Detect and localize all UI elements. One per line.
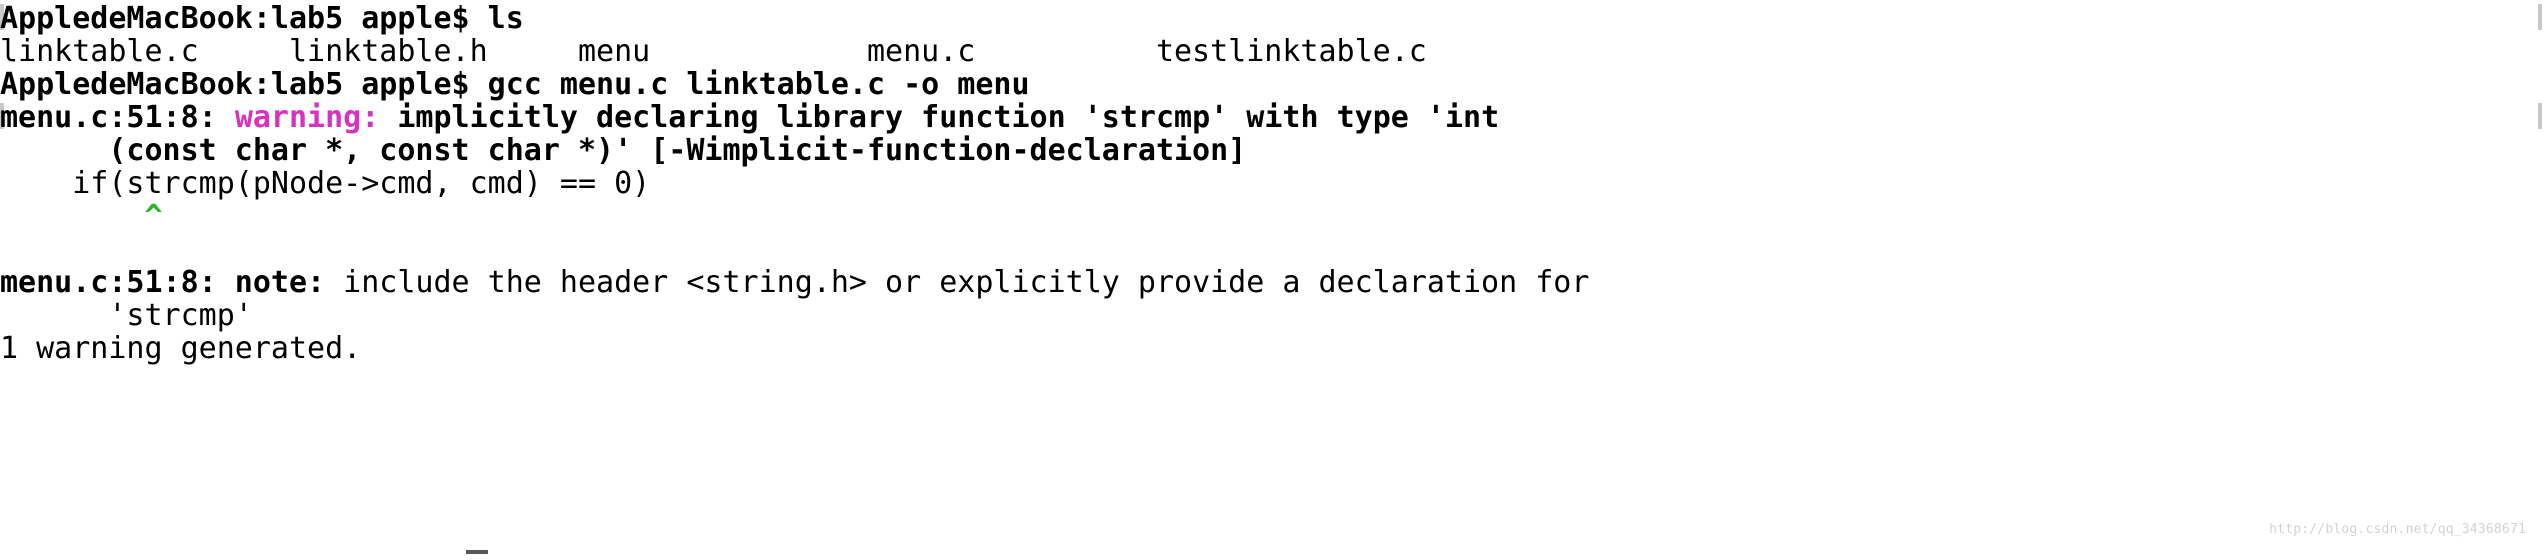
terminal-line-warning: menu.c:51:8: warning: implicitly declari… bbox=[0, 101, 2544, 134]
terminal-line-prompt-ls: AppledeMacBook:lab5 apple$ ls bbox=[0, 2, 2544, 35]
terminal-line-summary: 1 warning generated. bbox=[0, 332, 2544, 365]
caret-indent bbox=[0, 199, 145, 234]
warning-location: menu.c:51:8: bbox=[0, 100, 235, 135]
terminal-window[interactable]: AppledeMacBook:lab5 apple$ ls linktable.… bbox=[0, 0, 2544, 560]
terminal-line-file-listing: linktable.c linktable.h menu menu.c test… bbox=[0, 35, 2544, 68]
warning-message-continuation: (const char *, const char *)' [-Wimplici… bbox=[0, 133, 1247, 168]
terminal-line-blank bbox=[0, 233, 2544, 266]
file-listing-text: linktable.c linktable.h menu menu.c test… bbox=[0, 34, 1427, 69]
blank-spacer bbox=[0, 232, 18, 267]
terminal-line-note: menu.c:51:8: note: include the header <s… bbox=[0, 266, 2544, 299]
warning-message: implicitly declaring library function 's… bbox=[379, 100, 1500, 135]
note-label: menu.c:51:8: note: bbox=[0, 265, 326, 300]
note-message-continuation: 'strcmp' bbox=[0, 298, 253, 333]
caret-icon: ^ bbox=[144, 199, 163, 234]
source-code-line: if(strcmp(pNode->cmd, cmd) == 0) bbox=[0, 166, 651, 201]
watermark-text: http://blog.csdn.net/qq_34368671 bbox=[2269, 522, 2526, 537]
warning-label: warning: bbox=[234, 100, 380, 135]
terminal-line-note-continuation: 'strcmp' bbox=[0, 299, 2544, 332]
terminal-line-warning-continuation: (const char *, const char *)' [-Wimplici… bbox=[0, 134, 2544, 167]
terminal-line-caret: ^ bbox=[0, 200, 2544, 233]
note-message: include the header <string.h> or explici… bbox=[325, 265, 1590, 300]
terminal-line-prompt-gcc: AppledeMacBook:lab5 apple$ gcc menu.c li… bbox=[0, 68, 2544, 101]
terminal-output: AppledeMacBook:lab5 apple$ ls linktable.… bbox=[0, 2, 2544, 365]
warning-count-summary: 1 warning generated. bbox=[0, 331, 362, 366]
prompt-gcc-text: AppledeMacBook:lab5 apple$ gcc menu.c li… bbox=[0, 67, 1030, 102]
prompt-ls-text: AppledeMacBook:lab5 apple$ ls bbox=[0, 1, 524, 36]
terminal-line-source-snippet: if(strcmp(pNode->cmd, cmd) == 0) bbox=[0, 167, 2544, 200]
terminal-cursor bbox=[466, 550, 488, 554]
